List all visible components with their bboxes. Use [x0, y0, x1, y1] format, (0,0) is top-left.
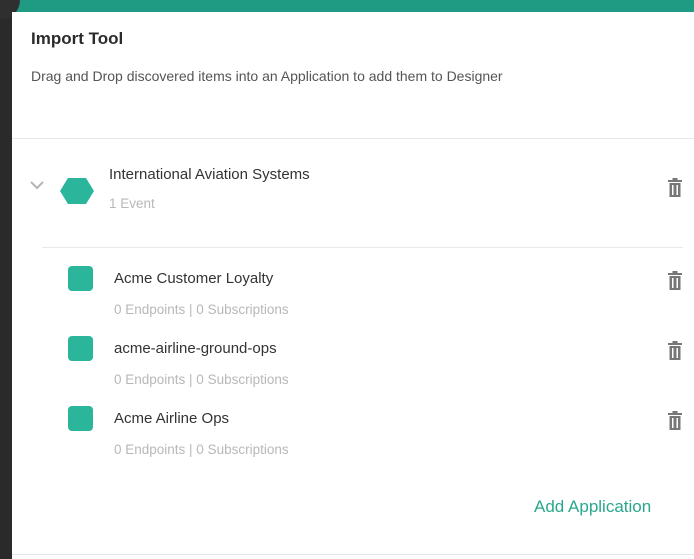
application-meta: 0 Endpoints | 0 Subscriptions	[114, 442, 289, 457]
trash-icon[interactable]	[667, 178, 683, 198]
add-application-button[interactable]: Add Application	[534, 497, 651, 517]
application-icon	[68, 336, 93, 361]
application-name: Acme Customer Loyalty	[114, 270, 274, 287]
bottom-divider	[12, 554, 694, 555]
application-meta: 0 Endpoints | 0 Subscriptions	[114, 372, 289, 387]
trash-icon[interactable]	[667, 341, 683, 361]
application-name: Acme Airline Ops	[114, 410, 230, 427]
window-left-edge	[0, 0, 12, 559]
window-top-bar	[0, 0, 694, 12]
trash-icon[interactable]	[667, 271, 683, 291]
application-icon	[68, 266, 93, 291]
application-name: acme-airline-ground-ops	[114, 340, 277, 357]
panel-title: Import Tool	[31, 29, 124, 48]
panel-header: Import Tool Drag and Drop discovered ite…	[12, 12, 694, 139]
application-meta: 0 Endpoints | 0 Subscriptions	[114, 302, 289, 317]
chevron-down-icon[interactable]	[26, 174, 48, 196]
panel-subtitle: Drag and Drop discovered items into an A…	[31, 68, 503, 84]
divider	[42, 247, 683, 248]
hexagon-icon	[60, 178, 94, 204]
application-icon	[68, 406, 93, 431]
domain-name: International Aviation Systems	[109, 166, 310, 183]
domain-meta: 1 Event	[109, 196, 155, 211]
trash-icon[interactable]	[667, 411, 683, 431]
import-tool-panel: Import Tool Drag and Drop discovered ite…	[12, 12, 694, 559]
